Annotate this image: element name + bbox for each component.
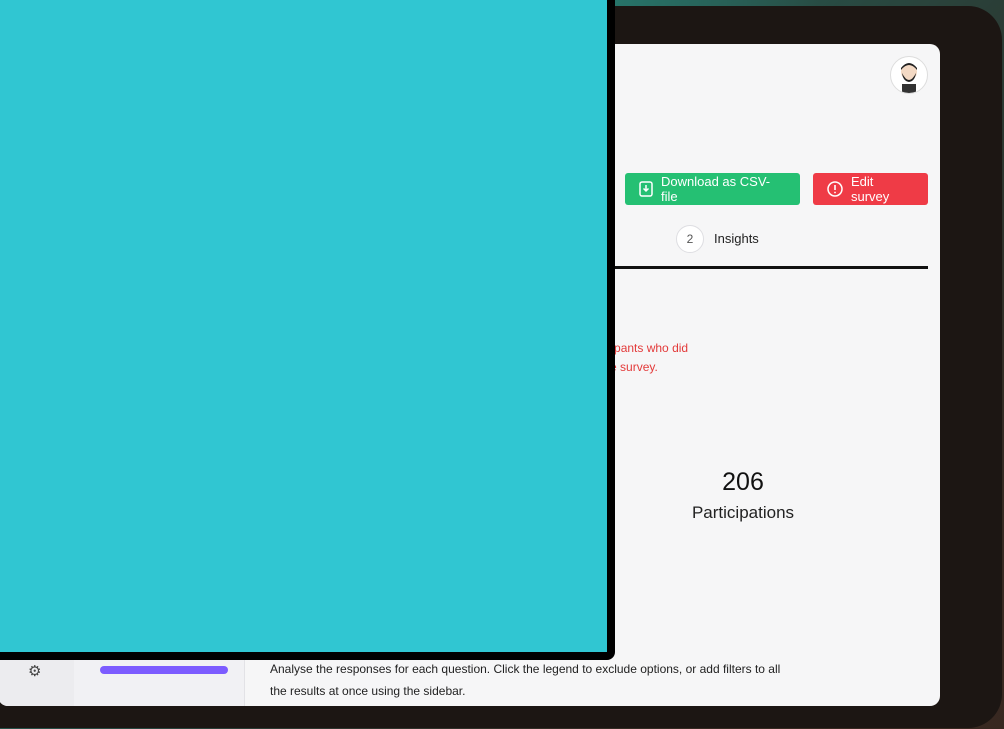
analysis-intro-text: Analyse the responses for each question.…	[270, 662, 781, 698]
participations-label: Participations	[691, 503, 795, 522]
download-file-icon	[639, 181, 653, 197]
download-csv-button[interactable]: Download as CSV-file	[625, 173, 800, 205]
participations-count: 206	[722, 468, 764, 496]
sidebar-primary-button[interactable]	[100, 666, 228, 674]
edit-survey-button[interactable]: Edit survey	[813, 173, 928, 205]
alert-circle-icon	[827, 181, 843, 197]
cyan-overlay-panel	[0, 0, 615, 660]
tab-number-badge: 2	[676, 225, 704, 253]
avatar-illustration-icon	[901, 63, 917, 93]
settings-gear-icon[interactable]: ⚙	[28, 662, 41, 680]
download-csv-label: Download as CSV-file	[661, 174, 771, 204]
edit-survey-label: Edit survey	[851, 174, 890, 204]
user-avatar[interactable]	[890, 56, 928, 94]
tab-label: Insights	[714, 231, 759, 246]
